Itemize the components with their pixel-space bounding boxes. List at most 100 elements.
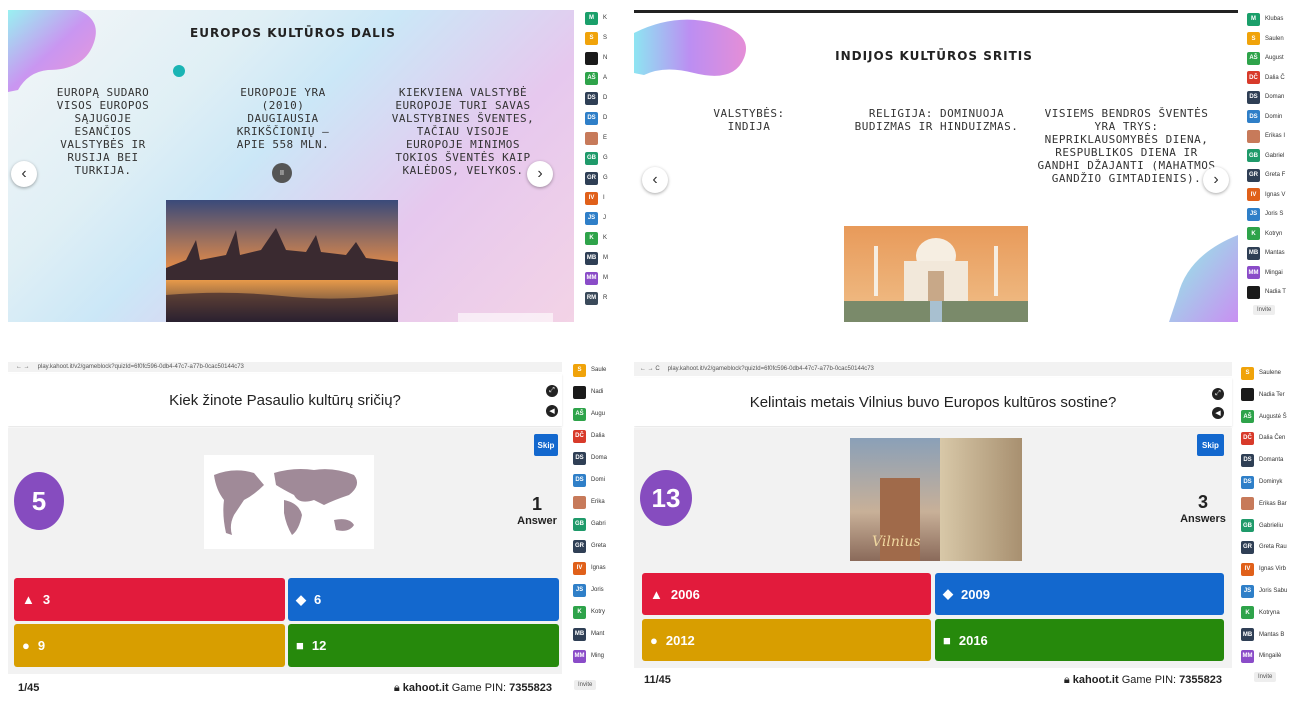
answer-option-4[interactable]: ■ 2016 [935, 619, 1224, 661]
participant-item[interactable]: E [585, 130, 607, 146]
participant-item[interactable]: K Kotry [573, 604, 605, 620]
participant-item[interactable]: Erikas I [1247, 128, 1285, 144]
participant-item[interactable]: IV Ignas [573, 560, 606, 576]
participant-item[interactable]: S Saule [573, 362, 606, 378]
next-slide-button[interactable]: › [1203, 167, 1229, 193]
participant-item[interactable]: AŠ A [585, 70, 607, 86]
browser-address-bar[interactable]: ← → C play.kahoot.it/v2/gameblock?quizId… [634, 362, 1232, 376]
participant-item[interactable]: AŠ Augu [573, 406, 605, 422]
participant-item[interactable]: DČ Dalia Čen [1241, 430, 1285, 446]
participant-item[interactable]: MM M [585, 270, 608, 286]
invite-button[interactable]: Invite [574, 680, 597, 690]
participant-item[interactable]: JS Joris S [1247, 206, 1283, 222]
participant-item[interactable]: GB Gabri [573, 516, 606, 532]
participant-item[interactable]: DS Dominyk [1241, 474, 1282, 490]
answer-text: 9 [37, 638, 46, 653]
participant-item[interactable]: GB G [585, 150, 608, 166]
participant-item[interactable]: Erika [573, 494, 605, 510]
fullscreen-icon[interactable]: ⤢ [1212, 388, 1224, 400]
participant-avatar: MB [1247, 246, 1260, 260]
participant-item[interactable]: GB Gabrieliu [1241, 518, 1283, 534]
participant-item[interactable]: Nadi [573, 384, 603, 400]
participant-item[interactable]: DČ Dalia Č [1247, 70, 1285, 86]
browser-nav-icons[interactable]: ← → C [640, 366, 660, 372]
next-slide-button[interactable]: › [527, 161, 553, 187]
participant-item[interactable]: MB Mantas [1247, 245, 1285, 261]
participant-item[interactable]: GR Greta F [1247, 167, 1285, 183]
pin-value: 7355823 [509, 681, 552, 694]
participant-avatar: GR [1247, 168, 1260, 182]
participant-avatar: GR [585, 171, 598, 185]
back-icon[interactable]: ◀ [1212, 407, 1224, 419]
participant-item[interactable]: Nadia T [1247, 284, 1286, 300]
invite-button[interactable]: Invite [1253, 305, 1276, 315]
participant-item[interactable]: MB M [585, 250, 608, 266]
participant-item[interactable]: IV Ignas Virb [1241, 561, 1286, 577]
answer-option-2[interactable]: ◆ 2009 [935, 573, 1224, 615]
participant-item[interactable]: KK [585, 230, 607, 246]
back-icon[interactable]: ◀ [546, 405, 558, 417]
browser-address-bar[interactable]: ← → play.kahoot.it/v2/gameblock?quizId=6… [8, 362, 562, 372]
participant-item[interactable]: MK [585, 10, 607, 26]
participant-item[interactable]: DS D [585, 110, 607, 126]
participant-item[interactable]: DS Doma [573, 450, 607, 466]
participant-item[interactable]: DS Domanta [1241, 452, 1283, 468]
participant-avatar: DS [585, 91, 598, 105]
browser-nav-icons[interactable]: ← → [16, 364, 30, 370]
url-text[interactable]: play.kahoot.it/v2/gameblock?quizId=6f0fc… [668, 366, 874, 372]
participant-item[interactable]: MM Ming [573, 648, 604, 664]
participants-panel: S Saulene Nadia Ter AŠ Augustė Š DČ Dalia Čen D… [1240, 362, 1294, 692]
participant-item[interactable]: SS [585, 30, 607, 46]
participant-item[interactable]: AŠ Augustė Š [1241, 409, 1287, 425]
participant-item[interactable]: MB Mant [573, 626, 604, 642]
participants-panel: M K S S N AŠ A DS D DS D E GB G GR G IV I JS J K K MB M MM M RM R [583, 10, 620, 322]
participant-item[interactable]: M Klubas [1247, 11, 1283, 27]
participant-item[interactable]: K Kotryn [1247, 226, 1282, 242]
participant-item[interactable]: Erikas Bar [1241, 496, 1287, 512]
skip-button[interactable]: Skip [1197, 434, 1224, 456]
answer-option-3[interactable]: ● 9 [14, 624, 285, 667]
participant-item[interactable]: S Saulene [1241, 365, 1281, 381]
participant-item[interactable]: S Saulen [1247, 31, 1284, 47]
prev-slide-button[interactable]: ‹ [11, 161, 37, 187]
participant-item[interactable]: N [585, 50, 607, 66]
participant-item[interactable]: GR Greta Rau [1241, 539, 1287, 555]
prev-slide-button[interactable]: ‹ [642, 167, 668, 193]
participant-item[interactable]: DS Domin [1247, 109, 1282, 125]
participant-item[interactable]: JS J [585, 210, 606, 226]
participant-item[interactable]: DS D [585, 90, 607, 106]
pause-button[interactable]: II [272, 163, 292, 183]
participant-item[interactable]: AŠ August [1247, 50, 1284, 66]
participant-item[interactable]: GB Gabriel [1247, 148, 1284, 164]
answer-option-4[interactable]: ■ 12 [288, 624, 559, 667]
participant-item[interactable]: IV I [585, 190, 605, 206]
participant-item[interactable]: DČ Dalia [573, 428, 605, 444]
brand-name: kahoot.it [402, 681, 449, 694]
invite-button[interactable]: Invite [1254, 672, 1277, 682]
participant-item[interactable]: IV Ignas V [1247, 187, 1285, 203]
answer-option-2[interactable]: ◆ 6 [288, 578, 559, 621]
presentation-toolbar[interactable] [458, 313, 553, 322]
answer-option-1[interactable]: ▲ 2006 [642, 573, 931, 615]
fullscreen-icon[interactable]: ⤢ [546, 385, 558, 397]
diamond-icon: ◆ [943, 586, 953, 601]
participant-item[interactable]: JS Joris [573, 582, 604, 598]
participant-name: Mingai [1265, 269, 1283, 276]
participant-item[interactable]: DS Domi [573, 472, 605, 488]
participant-item[interactable]: GR Greta [573, 538, 606, 554]
vilnius-photo: Vilnius [850, 438, 1022, 561]
participant-item[interactable]: K Kotryna [1241, 605, 1280, 621]
url-text[interactable]: play.kahoot.it/v2/gameblock?quizId=6f0fc… [38, 364, 244, 370]
participant-item[interactable]: GR G [585, 170, 608, 186]
participant-item[interactable]: RM R [585, 290, 607, 306]
answer-option-1[interactable]: ▲ 3 [14, 578, 285, 621]
participant-item[interactable]: MB Mantas B [1241, 627, 1284, 643]
participant-item[interactable]: MM Mingailė [1241, 648, 1281, 664]
slide-title: EUROPOS KULTŪROS DALIS [190, 26, 396, 40]
participant-item[interactable]: MM Mingai [1247, 265, 1283, 281]
participant-item[interactable]: JS Joris Sabu [1241, 583, 1287, 599]
participant-item[interactable]: Nadia Ter [1241, 387, 1285, 403]
answer-option-3[interactable]: ● 2012 [642, 619, 931, 661]
participant-item[interactable]: DS Doman [1247, 89, 1284, 105]
skip-button[interactable]: Skip [534, 434, 558, 456]
